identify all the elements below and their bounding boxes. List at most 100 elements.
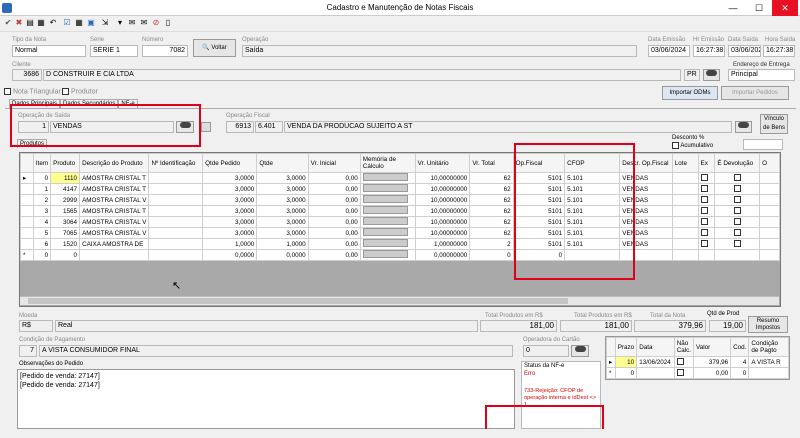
check-icon[interactable]: ✔ — [3, 17, 13, 28]
mail-icon[interactable]: ✉ — [127, 17, 137, 28]
table-row[interactable]: 4 3064 AMOSTRA CRISTAL V 3,0000 3,0000 0,00 10… — [20, 216, 780, 228]
voltar-button[interactable]: 🔍 Voltar — [193, 39, 236, 57]
data-saida-field[interactable]: 03/06/2024 — [728, 45, 761, 57]
numero-field[interactable]: 7082 — [142, 45, 188, 57]
memoria-button[interactable] — [362, 173, 408, 181]
table-row[interactable]: 3 1565 AMOSTRA CRISTAL T 3,0000 3,0000 0,00 10… — [20, 205, 780, 217]
operacao-fiscal-search[interactable] — [735, 121, 752, 133]
cell-identificacao — [148, 183, 204, 195]
cliente-search-button[interactable] — [703, 69, 720, 81]
checkbox-box[interactable] — [700, 218, 708, 226]
maximize-icon[interactable]: ☐ — [746, 0, 772, 16]
hora-saida-field[interactable]: 16:27:38 — [763, 45, 795, 57]
row-indicator — [20, 194, 34, 206]
document-icon[interactable]: ▯ — [163, 17, 173, 28]
table-row[interactable]: 5 7065 AMOSTRA CRISTAL V 3,0000 3,0000 0,00 10… — [20, 227, 780, 239]
calendar-icon[interactable]: ▣ — [86, 17, 96, 28]
checkbox-box[interactable] — [700, 207, 708, 215]
table-row[interactable]: * 0 0 0,0000 0,0000 0,00 0,00000000 0 0 — [20, 249, 780, 261]
cell-qtde: 1,0000 — [256, 238, 309, 250]
checkbox-box[interactable] — [733, 207, 741, 215]
cell-vr-unitario: 10,00000000 — [414, 183, 471, 195]
produtor-checkbox[interactable]: Produtor — [62, 88, 98, 95]
close-icon[interactable]: ✕ — [772, 0, 798, 16]
produtos-grid[interactable]: Item Produto Descrição do Produto Nº Identi… — [19, 152, 781, 307]
cartao-search[interactable] — [571, 345, 589, 357]
cell-lote — [671, 227, 699, 239]
tipo-select[interactable]: Normal — [12, 45, 86, 57]
checkbox-box[interactable] — [733, 196, 741, 204]
checkbox-box[interactable] — [676, 369, 684, 377]
cell-data — [636, 367, 675, 379]
obs-textarea[interactable]: [Pedido de venda: 27147] [Pedido de vend… — [17, 369, 515, 429]
print-icon[interactable]: ▤ — [25, 17, 35, 28]
checkbox-box[interactable] — [700, 240, 708, 248]
operacao-fiscal-cfop: 6.401 — [255, 121, 283, 133]
memoria-button[interactable] — [362, 217, 408, 225]
cell-qtde: 3,0000 — [256, 172, 309, 184]
checkbox-box[interactable] — [733, 185, 741, 193]
memoria-button[interactable] — [362, 206, 408, 214]
cell-vr-unitario: 1,00000000 — [414, 238, 471, 250]
table-row[interactable]: 6 1520 CAIXA AMOSTRA DE 1,0000 1,0000 0,00 1,0… — [20, 238, 780, 250]
check-list-icon[interactable]: ☑ — [62, 17, 72, 28]
nota-triangular-label: Nota Triangular — [12, 88, 61, 96]
calculator-icon[interactable] — [201, 122, 211, 132]
cartao-select[interactable]: 0 — [523, 345, 569, 357]
checkbox-box[interactable] — [733, 174, 741, 182]
block-icon[interactable]: ⊘ — [151, 17, 161, 28]
data-emissao-field[interactable]: 03/06/2024 — [648, 45, 690, 57]
nota-triangular-checkbox[interactable]: Nota Triangular — [4, 88, 61, 95]
desconto-field[interactable] — [743, 139, 783, 150]
resumo-impostos-button[interactable]: Resumo Impostos — [748, 316, 788, 333]
save-icon[interactable]: ▦ — [36, 17, 46, 28]
hr-emissao-field[interactable]: 16:27:38 — [693, 45, 725, 57]
checkbox-box[interactable] — [733, 218, 741, 226]
table-row[interactable]: ▸ 0 1110 AMOSTRA CRISTAL T 3,0000 3,0000 0,00 1… — [20, 172, 780, 184]
table-row[interactable]: 2 2999 AMOSTRA CRISTAL V 3,0000 3,0000 0,00 10… — [20, 194, 780, 206]
cell-vr-total: 62 — [469, 216, 514, 228]
checkbox-box[interactable] — [700, 229, 708, 237]
checkbox-box[interactable] — [733, 229, 741, 237]
cancel-icon[interactable]: ✖ — [14, 17, 24, 28]
checkbox-box[interactable] — [700, 196, 708, 204]
memoria-button[interactable] — [362, 239, 408, 247]
table-row[interactable]: 1 4147 AMOSTRA CRISTAL T 3,0000 3,0000 0,00 10… — [20, 183, 780, 195]
numero-label: Número — [142, 37, 164, 43]
cell-item: 3 — [32, 205, 52, 217]
list-item[interactable]: * 0 0,00 0 — [606, 367, 789, 379]
cell-qtde: 3,0000 — [256, 227, 309, 239]
checkbox-box[interactable] — [4, 88, 11, 95]
undo-icon[interactable]: ↶ — [48, 17, 58, 28]
checkbox-box[interactable] — [62, 88, 69, 95]
export-icon[interactable]: ⇲ — [100, 17, 110, 28]
checkbox-box[interactable] — [700, 174, 708, 182]
importar-pedidos-button[interactable]: Importar Pedidos — [721, 86, 789, 100]
serie-select[interactable]: SÉRIE 1 — [90, 45, 138, 57]
checkbox-box[interactable] — [733, 240, 741, 248]
cell-o — [759, 249, 780, 261]
memoria-button[interactable] — [362, 250, 408, 258]
cell-qtde-pedido: 3,0000 — [202, 172, 258, 184]
memoria-button[interactable] — [362, 195, 408, 203]
cell-condicao — [748, 367, 789, 379]
checkbox-box[interactable] — [676, 358, 684, 366]
grid-icon[interactable]: ▦ — [74, 17, 84, 28]
memoria-button[interactable] — [362, 228, 408, 236]
checkbox-box[interactable] — [672, 142, 679, 149]
cell-devolucao — [714, 238, 761, 250]
scrollbar-thumb[interactable] — [28, 298, 568, 304]
horizontal-scrollbar[interactable] — [20, 296, 779, 305]
vinculo-bens-button[interactable]: Vínculo de Bens — [760, 114, 788, 134]
email-icon[interactable]: ✉ — [139, 17, 149, 28]
memoria-button[interactable] — [362, 184, 408, 192]
dropdown-icon[interactable]: ▾ — [115, 17, 125, 28]
importar-odms-button[interactable]: Importar ODMs — [662, 86, 718, 100]
checkbox-box[interactable] — [700, 185, 708, 193]
endereco-select[interactable]: Principal — [728, 69, 795, 81]
parcelas-grid[interactable]: Prazo Data Não Calc. Valor Cod. Condição de P… — [605, 336, 790, 380]
minimize-icon[interactable]: — — [720, 0, 746, 16]
list-item[interactable]: ▸ 10 13/06/2024 379,96 4 A VISTA R — [606, 356, 789, 368]
acumulativo-checkbox[interactable]: Acumulativo — [672, 142, 713, 149]
operacao-label: Operação — [242, 37, 269, 43]
